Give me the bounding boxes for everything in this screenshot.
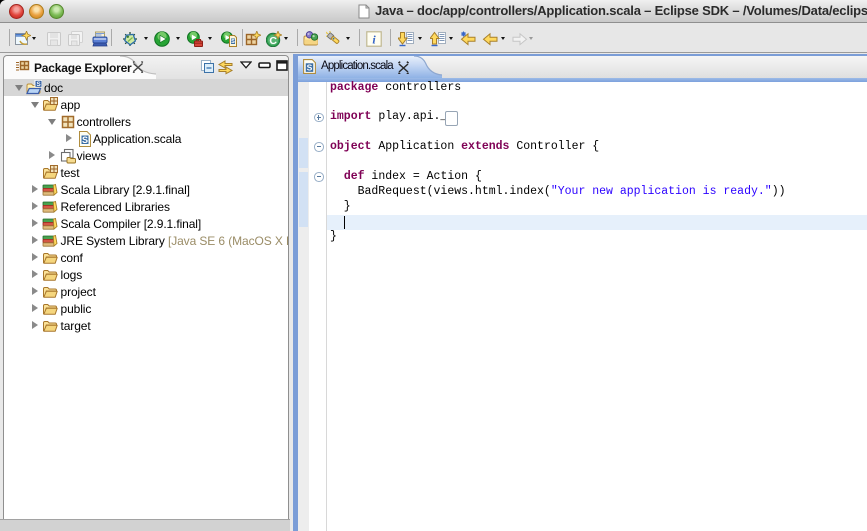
svg-text:C: C [269, 35, 277, 47]
svg-text:S: S [231, 39, 235, 45]
svg-text:S: S [307, 63, 313, 73]
